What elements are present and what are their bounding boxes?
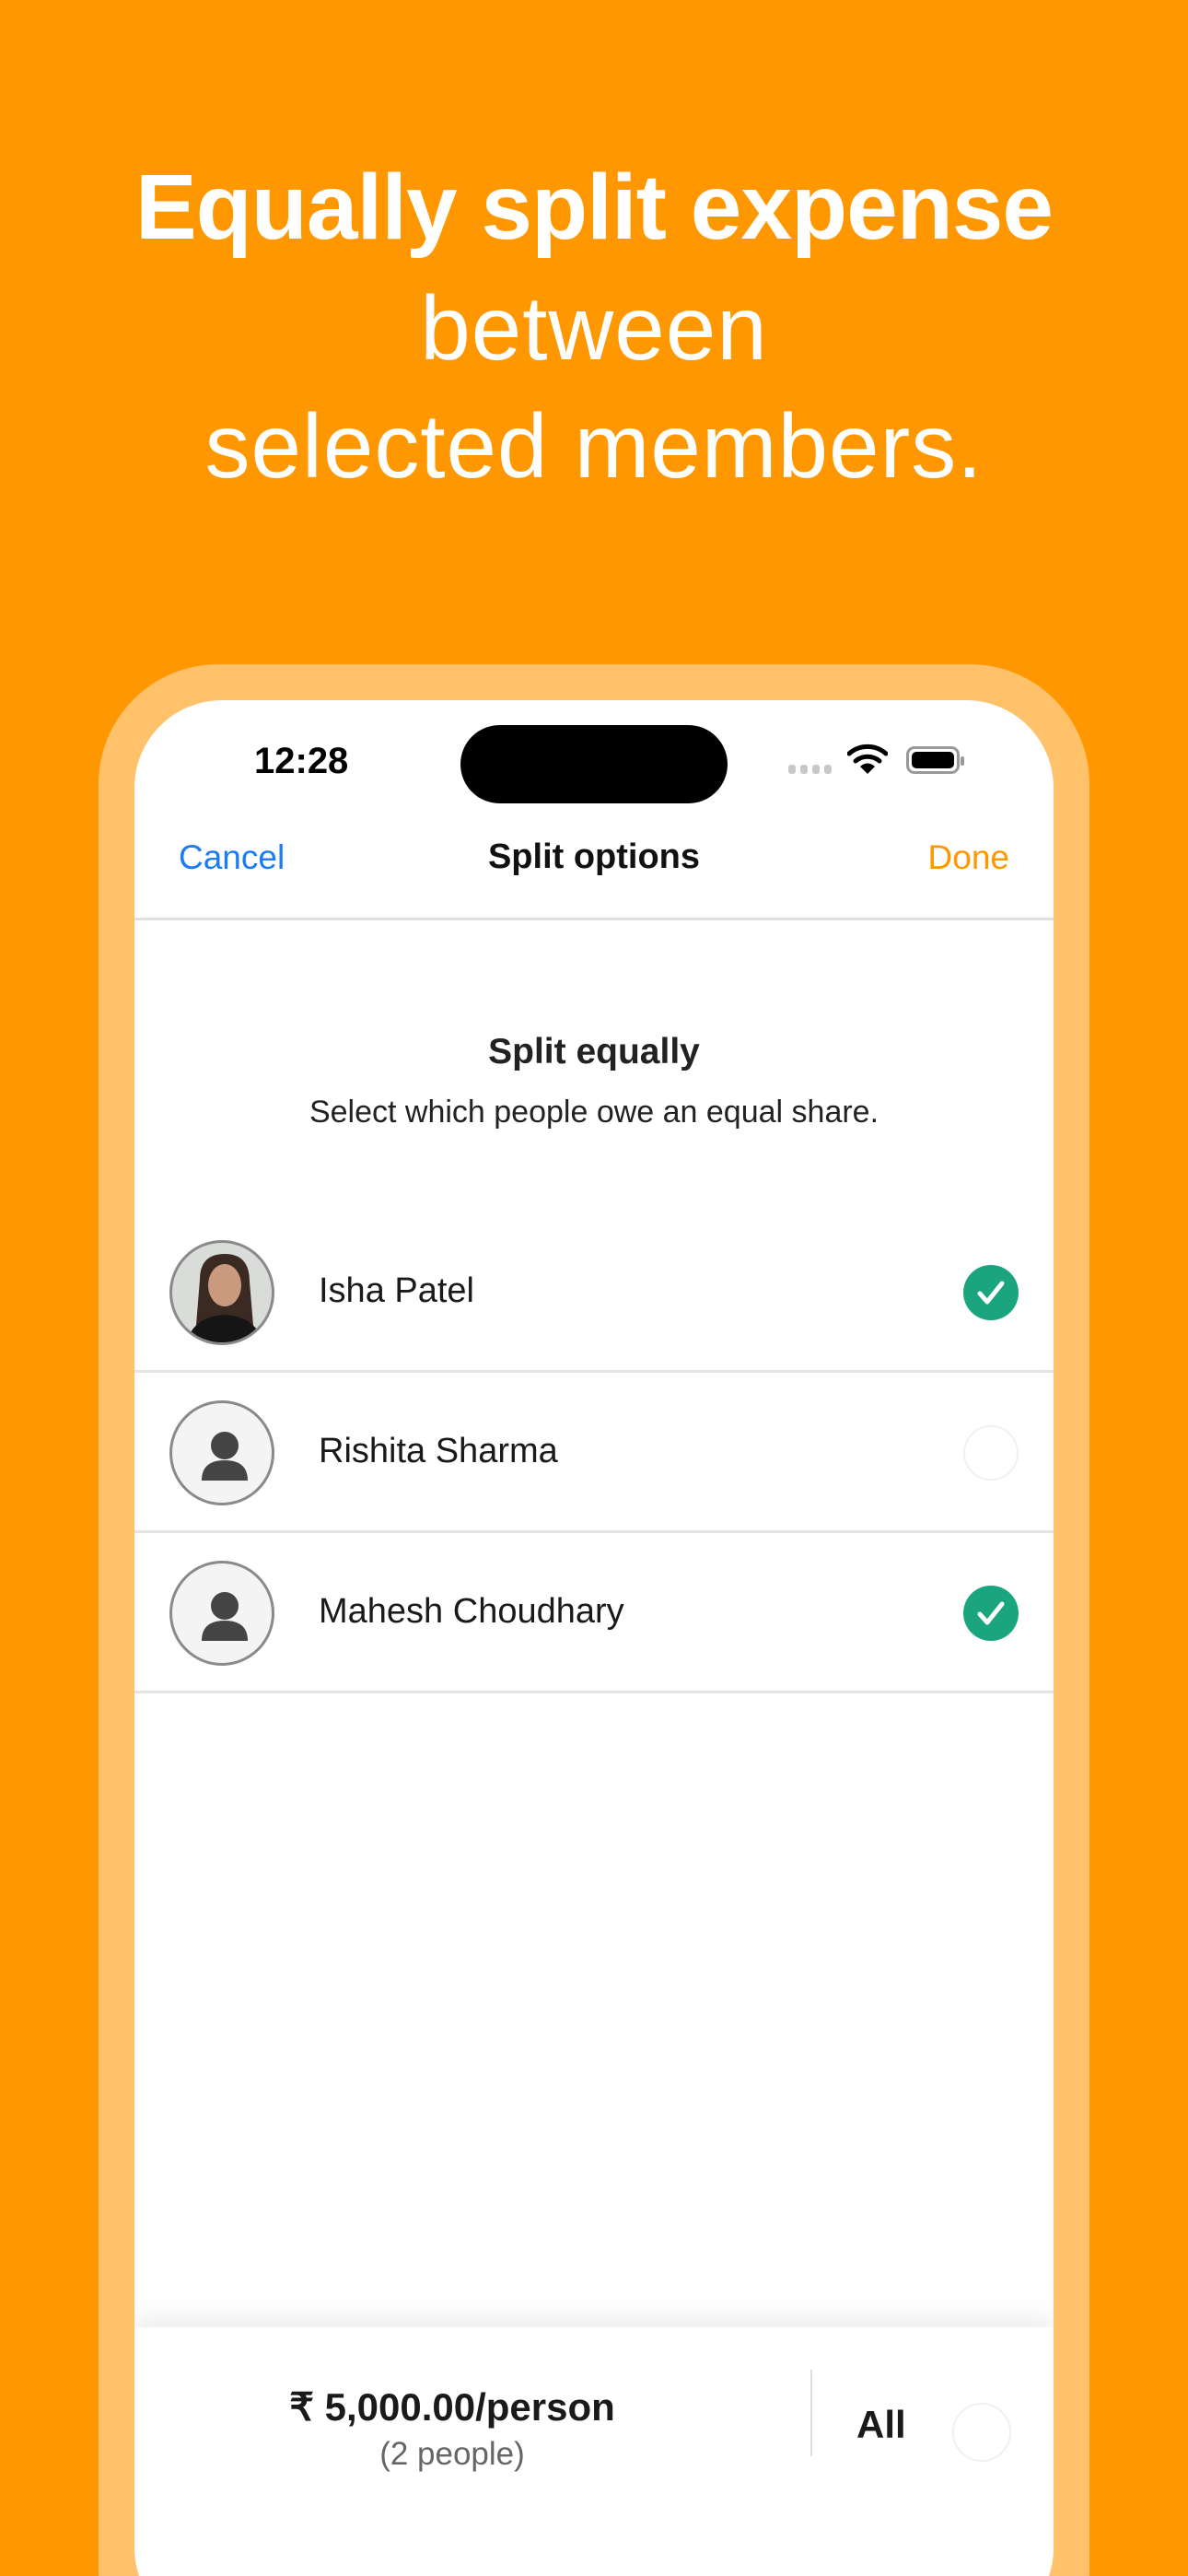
dynamic-island <box>460 725 728 803</box>
done-button[interactable]: Done <box>928 838 1009 877</box>
avatar-photo <box>169 1240 274 1345</box>
section-title: Split equally <box>488 1032 700 1071</box>
people-count: (2 people) <box>379 2436 525 2472</box>
status-time: 12:28 <box>254 741 349 781</box>
check-icon[interactable] <box>963 1586 1019 1641</box>
member-name: Rishita Sharma <box>319 1432 558 1470</box>
headline-line-1: Equally split expense <box>134 156 1054 259</box>
section-subtitle: Select which people owe an equal share. <box>309 1095 879 1130</box>
battery-icon <box>906 746 964 774</box>
member-row[interactable]: Rishita Sharma <box>134 1373 1054 1533</box>
wifi-icon <box>847 744 888 774</box>
member-name: Mahesh Choudhary <box>319 1592 624 1631</box>
all-label: All <box>856 2403 906 2446</box>
nav-divider <box>134 918 1054 920</box>
check-icon[interactable] <box>963 1265 1019 1320</box>
per-person-amount: ₹ 5,000.00/person <box>289 2385 615 2429</box>
person-icon <box>169 1400 274 1505</box>
headline-line-3: selected members. <box>204 395 984 497</box>
phone-screen: 12:28 Cancel Split options Done Split eq… <box>134 700 1054 2576</box>
summary-bar: ₹ 5,000.00/person (2 people) All <box>134 2327 1054 2576</box>
unchecked-radio[interactable] <box>963 1425 1019 1481</box>
member-name: Isha Patel <box>319 1271 474 1310</box>
headline-line-2: between <box>420 277 768 379</box>
nav-title: Split options <box>487 837 701 876</box>
signal-icon <box>788 765 832 774</box>
member-row[interactable]: Mahesh Choudhary <box>134 1533 1054 1693</box>
member-row[interactable]: Isha Patel <box>134 1212 1054 1373</box>
divider <box>810 2370 812 2456</box>
person-icon <box>169 1561 274 1666</box>
select-all-radio[interactable] <box>952 2403 1011 2462</box>
